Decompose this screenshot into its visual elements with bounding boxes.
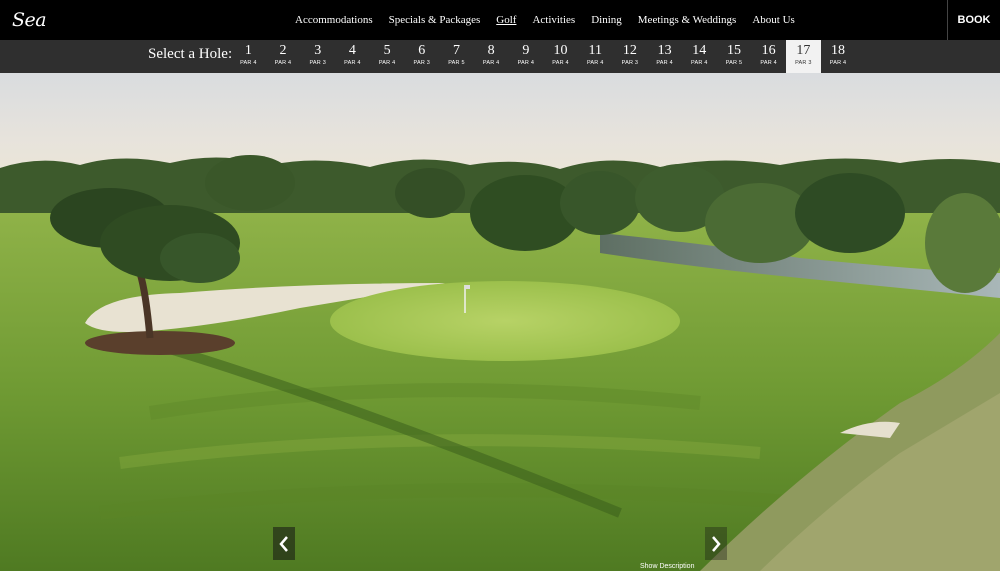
hole-18-tab[interactable]: 18 PAR 4 xyxy=(821,40,856,73)
hole-6-tab[interactable]: 6 PAR 3 xyxy=(404,40,439,73)
hole-par: PAR 5 xyxy=(725,60,743,66)
hole-13-tab[interactable]: 13 PAR 4 xyxy=(647,40,682,73)
hole-par: PAR 4 xyxy=(586,60,604,66)
hole-number: 12 xyxy=(622,43,637,58)
chevron-left-icon xyxy=(279,535,288,552)
hole-par: PAR 4 xyxy=(240,60,257,66)
hole-par: PAR 4 xyxy=(691,60,708,66)
hole-par: PAR 4 xyxy=(378,60,396,66)
hole-number: 15 xyxy=(726,43,741,58)
sea-island-logo[interactable]: Sea Island xyxy=(12,3,102,65)
hole-3-tab[interactable]: 3 PAR 3 xyxy=(300,40,335,73)
hole-par: PAR 5 xyxy=(448,60,465,66)
hole-number: 4 xyxy=(348,43,356,58)
nav-item-accommodations[interactable]: Accommodations xyxy=(287,14,381,26)
nav-item-about-us[interactable]: About Us xyxy=(744,14,802,26)
hole-number: 17 xyxy=(796,43,811,58)
golf-course-image xyxy=(0,73,1000,571)
hole-list: 1 PAR 4 2 PAR 4 3 PAR 3 4 PAR 4 5 PAR 4 6 PAR 3 7 PAR… xyxy=(231,40,855,73)
hole-number: 13 xyxy=(657,43,672,58)
hole-number: 18 xyxy=(831,43,846,58)
previous-slide-button[interactable] xyxy=(273,527,295,560)
hole-par: PAR 4 xyxy=(274,60,292,66)
hole-number: 7 xyxy=(452,43,460,58)
hole-par: PAR 3 xyxy=(309,60,326,66)
nav-item-activities[interactable]: Activities xyxy=(524,14,583,26)
hole-2-tab[interactable]: 2 PAR 4 xyxy=(266,40,301,73)
hole-14-tab[interactable]: 14 PAR 4 xyxy=(682,40,717,73)
hole-4-tab[interactable]: 4 PAR 4 xyxy=(335,40,370,73)
hole-16-tab[interactable]: 16 PAR 4 xyxy=(751,40,786,73)
book-button[interactable]: BOOK xyxy=(947,0,1000,40)
hole-selector-bar: Select a Hole: 1 PAR 4 2 PAR 4 3 PAR 3 4 PAR 45… xyxy=(0,40,1000,73)
hole-number: 6 xyxy=(418,43,426,58)
hole-number: 11 xyxy=(588,43,602,58)
hole-17-tab[interactable]: 17 PAR 3 xyxy=(786,40,821,73)
hole-par: PAR 3 xyxy=(621,60,639,66)
hole-10-tab[interactable]: 10 PAR 4 xyxy=(543,40,578,73)
hole-number: 3 xyxy=(314,43,322,58)
hole-number: 5 xyxy=(383,43,391,58)
hole-par: PAR 4 xyxy=(517,60,535,66)
hole-12-tab[interactable]: 12 PAR 3 xyxy=(613,40,648,73)
select-hole-label: Select a Hole: xyxy=(148,46,233,62)
hole-number: 16 xyxy=(761,43,776,58)
main-nav: Accommodations Specials & Packages Golf Act… xyxy=(287,0,803,40)
nav-item-dining[interactable]: Dining xyxy=(583,14,630,26)
hole-11-tab[interactable]: 11 PAR 4 xyxy=(578,40,613,73)
hole-7-tab[interactable]: 7 PAR 5 xyxy=(439,40,474,73)
hole-par: PAR 4 xyxy=(552,60,569,66)
hole-par: PAR 4 xyxy=(760,60,777,66)
hole-par: PAR 3 xyxy=(413,60,431,66)
hole-number: 8 xyxy=(487,43,495,58)
hole-par: PAR 3 xyxy=(795,60,812,66)
hole-1-tab[interactable]: 1 PAR 4 xyxy=(231,40,266,73)
nav-item-golf[interactable]: Golf xyxy=(488,14,524,26)
top-navigation-bar: Sea Island AccommodationsSpecials & Pack… xyxy=(0,0,1000,65)
hole-5-tab[interactable]: 5 PAR 4 xyxy=(370,40,405,73)
hole-number: 1 xyxy=(244,43,252,58)
next-slide-button[interactable] xyxy=(705,527,727,560)
hole-par: PAR 4 xyxy=(656,60,673,66)
hero-course-photo xyxy=(0,73,1000,571)
hole-par: PAR 4 xyxy=(829,60,847,66)
hole-par: PAR 4 xyxy=(482,60,500,66)
hole-15-tab[interactable]: 15 PAR 5 xyxy=(717,40,752,73)
hole-par: PAR 4 xyxy=(344,60,361,66)
nav-item-specials-packages[interactable]: Specials & Packages xyxy=(381,14,489,26)
hole-8-tab[interactable]: 8 PAR 4 xyxy=(474,40,509,73)
hole-number: 2 xyxy=(279,43,287,58)
hole-9-tab[interactable]: 9 PAR 4 xyxy=(509,40,544,73)
hole-number: 9 xyxy=(522,43,530,58)
hole-number: 14 xyxy=(692,43,707,58)
hole-number: 10 xyxy=(553,43,568,58)
chevron-right-icon xyxy=(712,535,721,552)
show-description-toggle[interactable]: Show Description xyxy=(640,563,694,570)
nav-item-meetings-weddings[interactable]: Meetings & Weddings xyxy=(630,14,745,26)
